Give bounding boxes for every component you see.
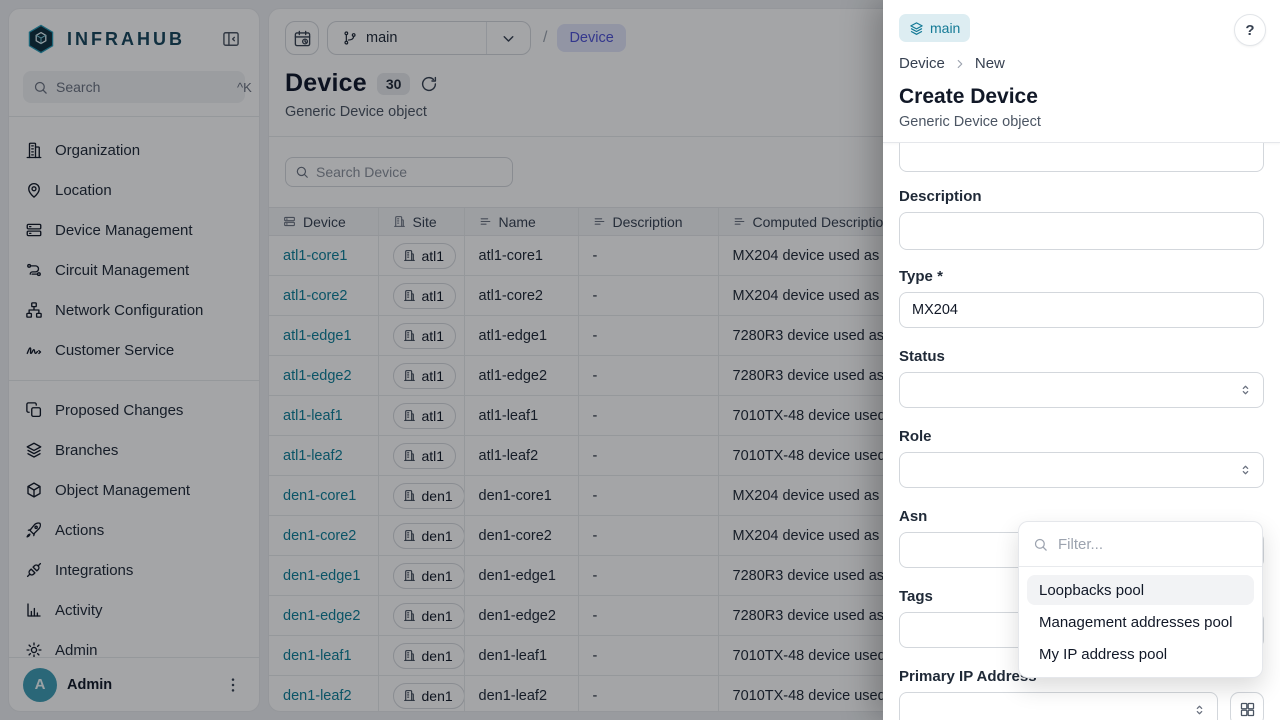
layers-icon [909,21,924,36]
breadcrumb-parent[interactable]: Device [899,55,945,72]
pool-options: Loopbacks pool Management addresses pool… [1019,567,1262,677]
chevron-right-icon [953,57,967,71]
branch-badge[interactable]: main [899,14,970,42]
drawer-subtitle: Generic Device object [899,114,1264,130]
pool-option-loopbacks[interactable]: Loopbacks pool [1027,575,1254,605]
pool-option-management[interactable]: Management addresses pool [1027,607,1254,637]
search-icon [1033,537,1048,552]
pool-option-my-ip[interactable]: My IP address pool [1027,639,1254,669]
branch-badge-label: main [930,20,960,36]
description-label: Description [899,188,1264,206]
status-label: Status [899,348,1264,366]
breadcrumb-current: New [975,55,1005,72]
ip-pool-dropdown: Loopbacks pool Management addresses pool… [1018,521,1263,678]
create-device-drawer: main ? Device New Create Device Generic … [883,0,1280,720]
help-button[interactable]: ? [1234,14,1266,46]
ip-pool-button[interactable] [1230,692,1264,720]
role-select[interactable] [899,452,1264,488]
drawer-header: main ? Device New Create Device Generic … [883,0,1280,143]
status-select[interactable] [899,372,1264,408]
type-field[interactable] [899,292,1264,328]
role-label: Role [899,428,1264,446]
type-label: Type * [899,268,1264,286]
drawer-title: Create Device [899,85,1264,109]
description-field[interactable] [899,212,1264,250]
pool-filter-input[interactable] [1058,536,1257,553]
chevrons-up-down-icon [1238,383,1253,398]
primary-ip-select[interactable] [899,692,1218,720]
chevrons-up-down-icon [1238,463,1253,478]
grid-icon [1239,701,1256,718]
pool-filter[interactable] [1019,522,1262,567]
drawer-breadcrumb: Device New [899,55,1264,72]
name-field-partial[interactable] [899,143,1264,172]
chevrons-up-down-icon [1192,703,1207,718]
